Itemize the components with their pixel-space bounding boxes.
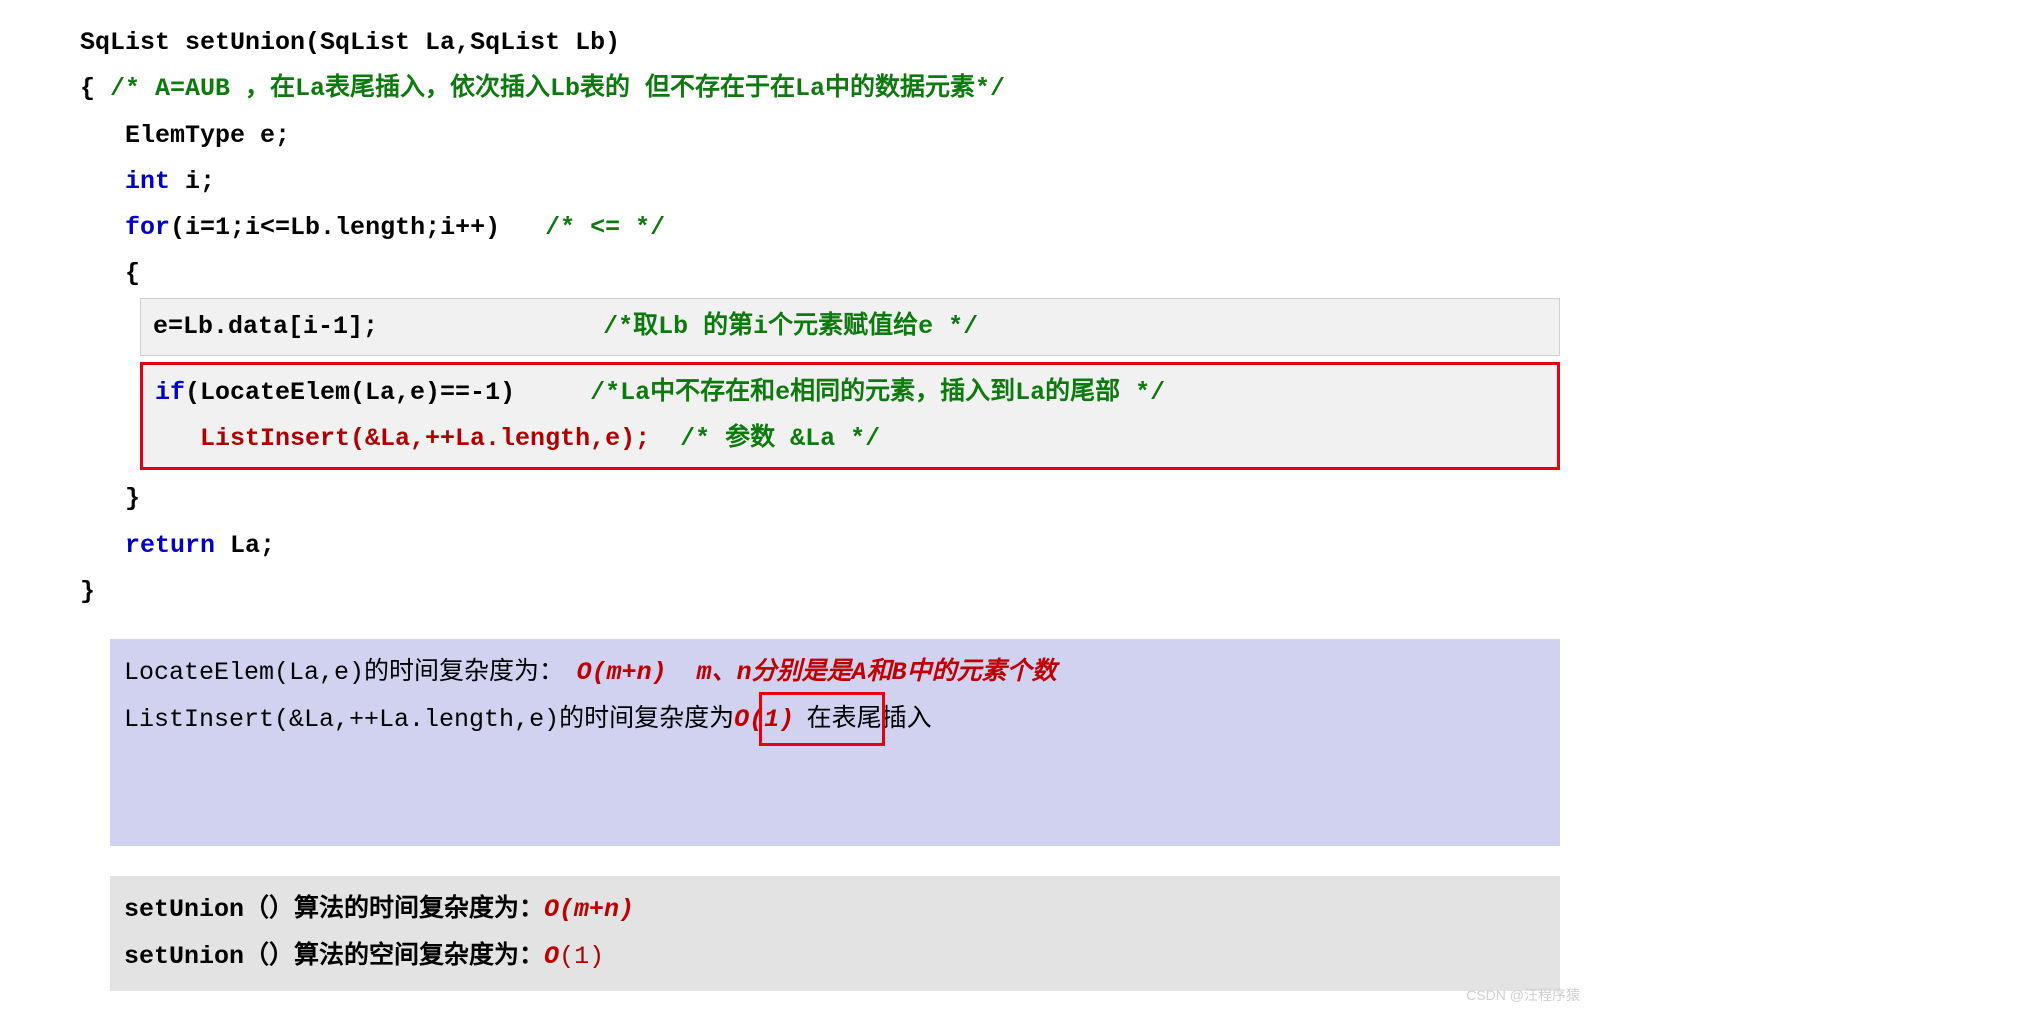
code-document: SqList setUnion(SqList La,SqList Lb) { /… — [0, 0, 1590, 1011]
code-line: { /* A=AUB ，在La表尾插入，依次插入Lb表的 但不存在于在La中的数… — [80, 66, 1560, 112]
code-line: for(i=1;i<=Lb.length;i++) /* <= */ — [80, 205, 1560, 251]
code-comment: /* 参数 &La */ — [680, 424, 880, 453]
code-text: ElemType e; — [80, 121, 290, 150]
code-comment: /* <= */ — [545, 213, 665, 242]
code-comment: /*La中不存在和e相同的元素，插入到La的尾部 */ — [590, 378, 1165, 407]
note-code: LocateElem(La,e) — [124, 658, 364, 687]
code-text: La; — [215, 531, 275, 560]
code-line: } — [80, 569, 1560, 615]
code-text: SqList setUnion(SqList La,SqList Lb) — [80, 28, 620, 57]
code-keyword: for — [125, 213, 170, 242]
note-line: setUnion（）算法的时间复杂度为：O(m+n) — [124, 886, 1546, 933]
note-bigO: (1) — [559, 942, 604, 971]
code-text: i; — [170, 167, 215, 196]
code-text: { — [80, 259, 140, 288]
code-text — [80, 167, 125, 196]
note-line: ListInsert(&La,++La.length,e)的时间复杂度为O(1)… — [124, 696, 1546, 836]
highlight-block: e=Lb.data[i-1]; /*取Lb 的第i个元素赋值给e */ — [140, 298, 1560, 356]
highlight-block-emphasis: if(LocateElem(La,e)==-1) /*La中不存在和e相同的元素… — [140, 362, 1560, 471]
code-text: } — [80, 484, 140, 513]
code-text: e=Lb.data[i-1]; — [153, 312, 603, 341]
code-keyword: if — [155, 378, 185, 407]
code-line: e=Lb.data[i-1]; /*取Lb 的第i个元素赋值给e */ — [153, 304, 1547, 350]
code-keyword: int — [125, 167, 170, 196]
note-bigO: O(m+n) — [544, 895, 634, 924]
note-code: ListInsert(&La,++La.length,e) — [124, 705, 559, 734]
note-text: 的时间复杂度为： — [364, 658, 577, 685]
code-comment: /* A=AUB ，在La表尾插入，依次插入Lb表的 但不存在于在La中的数据元… — [110, 74, 1005, 103]
note-line: setUnion（）算法的空间复杂度为：O(1) — [124, 933, 1546, 980]
code-text: (LocateElem(La,e)==-1) — [185, 378, 590, 407]
code-keyword: return — [125, 531, 215, 560]
code-emphasis: ListInsert(&La,++La.length,e); — [155, 424, 680, 453]
code-text: (i=1;i<=Lb.length;i++) — [170, 213, 545, 242]
note-bigO: O — [544, 942, 559, 971]
note-text: 算法的空间复杂度为： — [294, 942, 544, 969]
code-text — [80, 213, 125, 242]
note-text: 在表尾插入 — [794, 705, 932, 732]
code-line: } — [80, 476, 1560, 522]
code-text: { — [80, 74, 110, 103]
code-line: { — [80, 251, 1560, 297]
code-line: return La; — [80, 523, 1560, 569]
code-comment: /*取Lb 的第i个元素赋值给e */ — [603, 312, 978, 341]
note-code: setUnion（） — [124, 942, 294, 971]
note-code: setUnion（） — [124, 895, 294, 924]
note-text: 算法的时间复杂度为： — [294, 895, 544, 922]
note-text: 的时间复杂度为 — [559, 705, 734, 732]
watermark: CSDN @汪程序猿 — [1466, 985, 1580, 1005]
note-bigO: O(1) — [734, 705, 794, 734]
code-line: ListInsert(&La,++La.length,e); /* 参数 &La… — [155, 416, 1545, 462]
code-text — [80, 531, 125, 560]
code-line: if(LocateElem(La,e)==-1) /*La中不存在和e相同的元素… — [155, 370, 1545, 416]
complexity-note-1: LocateElem(La,e)的时间复杂度为： O(m+n) m、n分别是是A… — [110, 639, 1560, 846]
code-line: int i; — [80, 159, 1560, 205]
note-bigO: O(m+n) m、n分别是是A和B中的元素个数 — [577, 658, 1057, 687]
complexity-note-2: setUnion（）算法的时间复杂度为：O(m+n) setUnion（）算法的… — [110, 876, 1560, 991]
note-line: LocateElem(La,e)的时间复杂度为： O(m+n) m、n分别是是A… — [124, 649, 1546, 696]
code-line: SqList setUnion(SqList La,SqList Lb) — [80, 20, 1560, 66]
code-text: } — [80, 577, 95, 606]
code-line: ElemType e; — [80, 113, 1560, 159]
